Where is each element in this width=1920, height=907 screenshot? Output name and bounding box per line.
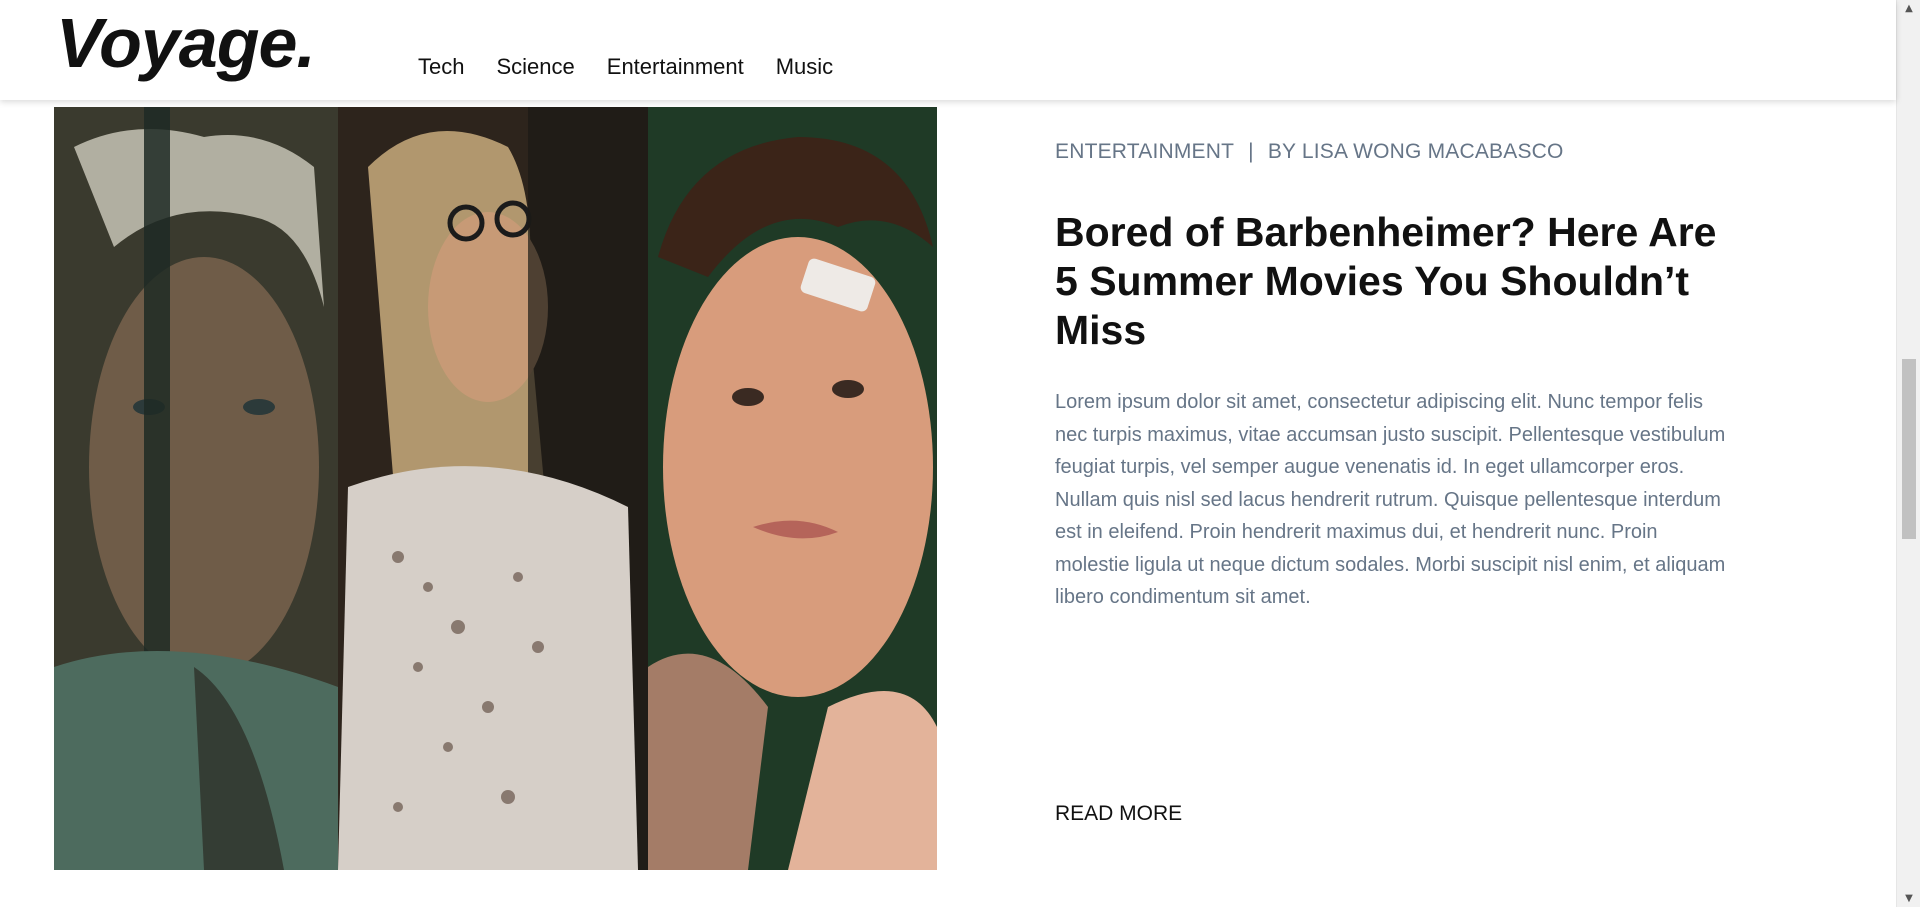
image-panel-left [54,107,338,870]
read-more-link[interactable]: READ MORE [1055,802,1182,826]
page-scrollbar[interactable]: ▲ ▼ [1896,0,1920,907]
scrollbar-thumb[interactable] [1902,359,1916,539]
scroll-up-arrow-icon[interactable]: ▲ [1897,0,1920,17]
nav-item-science[interactable]: Science [496,54,574,80]
article-meta: ENTERTAINMENT | BY LISA WONG MACABASCO [1055,140,1735,164]
scroll-down-arrow-icon[interactable]: ▼ [1897,890,1920,907]
article-title[interactable]: Bored of Barbenheimer? Here Are 5 Summer… [1055,208,1735,355]
page: Voyage. Tech Science Entertainment Music [0,0,1920,907]
meta-separator: | [1248,140,1254,163]
portrait-middle-graphic [338,107,648,870]
featured-article-image[interactable] [54,107,937,870]
nav-item-music[interactable]: Music [776,54,833,80]
portrait-right-graphic [648,107,937,870]
site-logo[interactable]: Voyage. [56,8,316,78]
article-byline: BY LISA WONG MACABASCO [1267,140,1564,163]
article-category[interactable]: ENTERTAINMENT [1055,140,1234,163]
nav-item-tech[interactable]: Tech [418,54,464,80]
article-excerpt: Lorem ipsum dolor sit amet, consectetur … [1055,391,1726,608]
site-header: Voyage. Tech Science Entertainment Music [0,0,1896,100]
main-nav: Tech Science Entertainment Music [418,54,833,80]
nav-item-entertainment[interactable]: Entertainment [607,54,744,80]
portrait-left-graphic [54,107,338,870]
featured-article: ENTERTAINMENT | BY LISA WONG MACABASCO Bor… [1055,140,1735,614]
image-panel-middle [338,107,648,870]
image-panel-right [648,107,937,870]
